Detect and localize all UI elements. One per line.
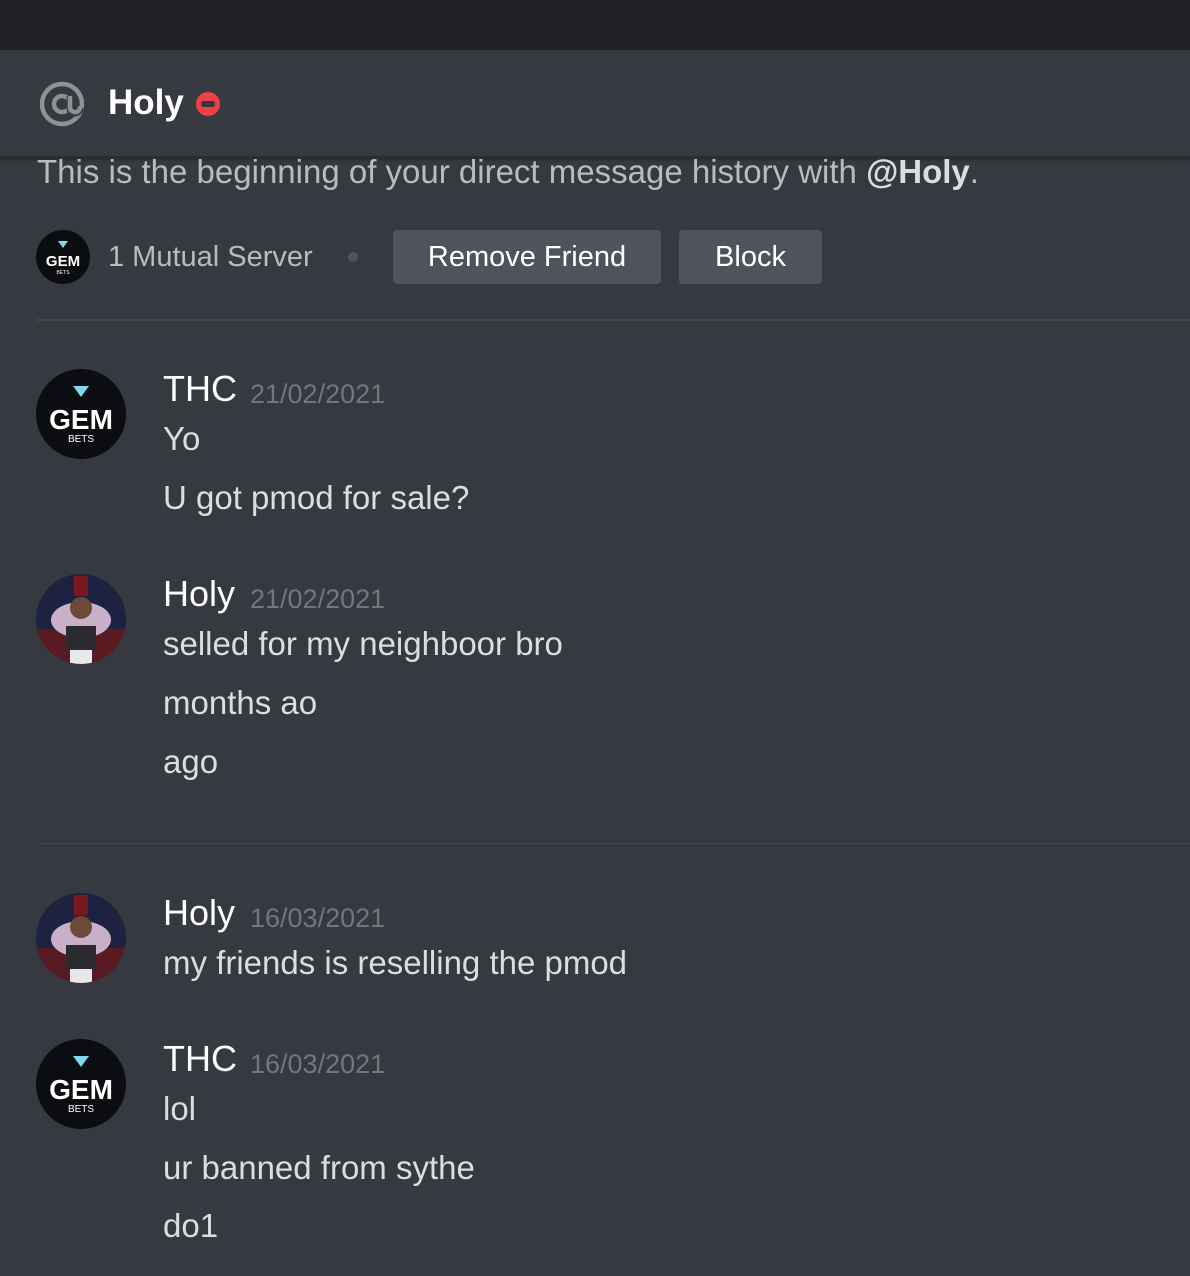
svg-text:GEM: GEM (46, 253, 80, 270)
message-timestamp: 16/03/2021 (250, 903, 386, 933)
intro-suffix: . (969, 153, 979, 190)
svg-text:BETS: BETS (68, 1104, 94, 1115)
divider (36, 319, 1190, 321)
message-text: my friends is reselling the pmod (163, 944, 628, 981)
gem-bets-avatar[interactable]: GEM BETS (36, 369, 126, 459)
intro-prefix: This is the beginning of your direct mes… (37, 153, 867, 190)
gem-bets-server-icon[interactable]: GEM BETS (36, 230, 90, 284)
date-divider (36, 843, 1190, 844)
anime-character-avatar[interactable] (36, 893, 126, 983)
message-timestamp: 16/03/2021 (250, 1049, 386, 1079)
gem-bets-avatar[interactable]: GEM BETS (36, 1039, 126, 1129)
message-author[interactable]: Holy (163, 893, 235, 933)
message-text: ur banned from sythe (163, 1149, 475, 1186)
message-text: lol (163, 1090, 197, 1127)
window-titlebar (0, 0, 1190, 50)
message-author[interactable]: THC (163, 369, 237, 409)
message-text: selled for my neighboor bro (163, 625, 563, 662)
message-text: Yo (163, 420, 201, 457)
message-timestamp: 21/02/2021 (250, 584, 386, 614)
svg-text:GEM: GEM (49, 404, 113, 435)
mutual-server-count[interactable]: 1 Mutual Server (108, 239, 313, 275)
at-sign-icon (39, 81, 85, 127)
dm-header: Holy (0, 50, 1190, 159)
svg-text:GEM: GEM (49, 1074, 113, 1105)
block-button[interactable]: Block (679, 230, 822, 284)
message-author[interactable]: Holy (163, 574, 235, 614)
message-text: months ao (163, 684, 318, 721)
separator-dot (348, 252, 358, 262)
anime-character-avatar[interactable] (36, 574, 126, 664)
dm-history-intro: This is the beginning of your direct mes… (37, 152, 979, 192)
dm-recipient-name: Holy (108, 83, 184, 122)
message-text: U got pmod for sale? (163, 479, 470, 516)
remove-friend-button[interactable]: Remove Friend (393, 230, 661, 284)
svg-text:BETS: BETS (56, 270, 70, 276)
message-author[interactable]: THC (163, 1039, 237, 1079)
message-timestamp: 21/02/2021 (250, 379, 386, 409)
message-text: ago (163, 743, 219, 780)
message-text: do1 (163, 1207, 219, 1244)
do-not-disturb-status-icon (196, 92, 220, 116)
intro-mention[interactable]: @Holy (866, 153, 970, 190)
svg-text:BETS: BETS (68, 434, 94, 445)
